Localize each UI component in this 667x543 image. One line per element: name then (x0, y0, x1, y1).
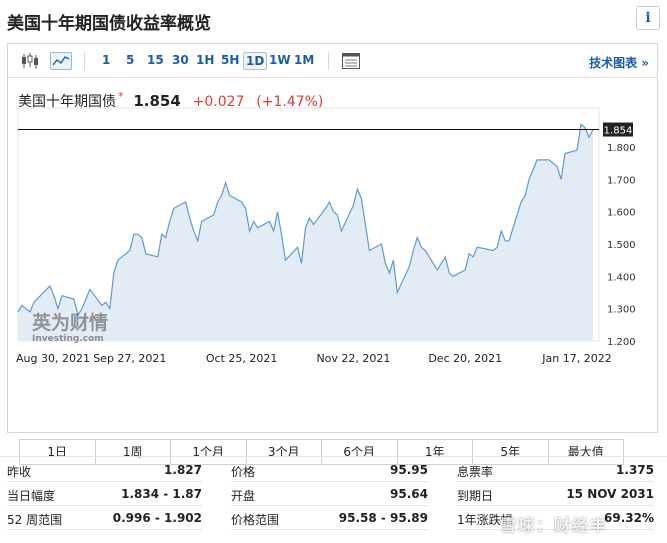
y-tick-label: 1.400 (607, 272, 636, 283)
stat-coupon: 息票率 1.375 (457, 458, 654, 482)
stat-open: 开盘 95.64 (231, 482, 428, 506)
stat-52wk-range: 52 周范围 0.996 - 1.902 (7, 506, 202, 530)
y-tick-label: 1.800 (607, 143, 636, 154)
stat-label: 昨收 (7, 465, 32, 479)
x-tick-label: Aug 30, 2021 (16, 352, 90, 365)
stat-value: 1.375 (616, 463, 654, 477)
stats-row: 当日幅度 1.834 - 1.87 开盘 95.64 到期日 15 NOV 2031 (0, 482, 667, 506)
watermark-brand: 英为财情 (32, 311, 108, 334)
stat-value: 1.827 (164, 463, 202, 477)
yield-chart[interactable]: 1.854 1.200 1.300 1.400 1.500 1.600 1.700 1.800… (8, 44, 657, 434)
x-tick-label: Nov 22, 2021 (316, 352, 390, 365)
y-tick-label: 1.600 (607, 208, 636, 219)
stat-day-range: 当日幅度 1.834 - 1.87 (7, 482, 202, 506)
stat-prev-close: 昨收 1.827 (7, 458, 202, 482)
current-price-label: 1.854 (604, 126, 633, 137)
stat-value: 0.996 - 1.902 (112, 511, 202, 525)
stats-row: 昨收 1.827 价格 95.95 息票率 1.375 (0, 458, 667, 482)
page-title: 美国十年期国债收益率概览 (7, 14, 211, 34)
stat-maturity: 到期日 15 NOV 2031 (457, 482, 654, 506)
watermark-site: Investing.com (32, 334, 104, 344)
x-tick-label: Dec 20, 2021 (428, 352, 502, 365)
stat-value: 1.834 - 1.87 (121, 487, 202, 501)
social-watermark: 雪球：财经丰 (500, 516, 609, 535)
stat-label: 息票率 (457, 465, 494, 479)
stat-value: 95.64 (390, 487, 428, 501)
stat-value: 95.95 (390, 463, 428, 477)
x-tick-label: Sep 27, 2021 (93, 352, 166, 365)
stat-label: 到期日 (457, 489, 494, 503)
stat-label: 价格范围 (231, 513, 280, 527)
stat-value: 69.32% (604, 511, 654, 525)
chart-panel: 1 5 15 30 1H 5H 1D 1W 1M 技术图表 » 美国十年期国债 *… (7, 43, 658, 465)
y-tick-label: 1.500 (607, 240, 636, 251)
x-tick-label: Jan 17, 2022 (541, 352, 611, 365)
stat-label: 52 周范围 (7, 513, 63, 527)
stat-price-range: 价格范围 95.58 - 95.89 (231, 506, 428, 530)
stat-value: 95.58 - 95.89 (338, 511, 428, 525)
y-tick-label: 1.300 (607, 305, 636, 316)
stat-value: 15 NOV 2031 (566, 487, 654, 501)
info-icon[interactable]: i (636, 6, 660, 30)
stat-label: 当日幅度 (7, 489, 56, 503)
stat-label: 价格 (231, 465, 256, 479)
stats-divider (0, 456, 667, 457)
y-tick-label: 1.700 (607, 175, 636, 186)
investing-watermark: 英为财情 Investing.com (32, 311, 108, 344)
stat-price: 价格 95.95 (231, 458, 428, 482)
y-tick-label: 1.200 (607, 337, 636, 348)
x-tick-label: Oct 25, 2021 (206, 352, 278, 365)
stat-label: 开盘 (231, 489, 256, 503)
